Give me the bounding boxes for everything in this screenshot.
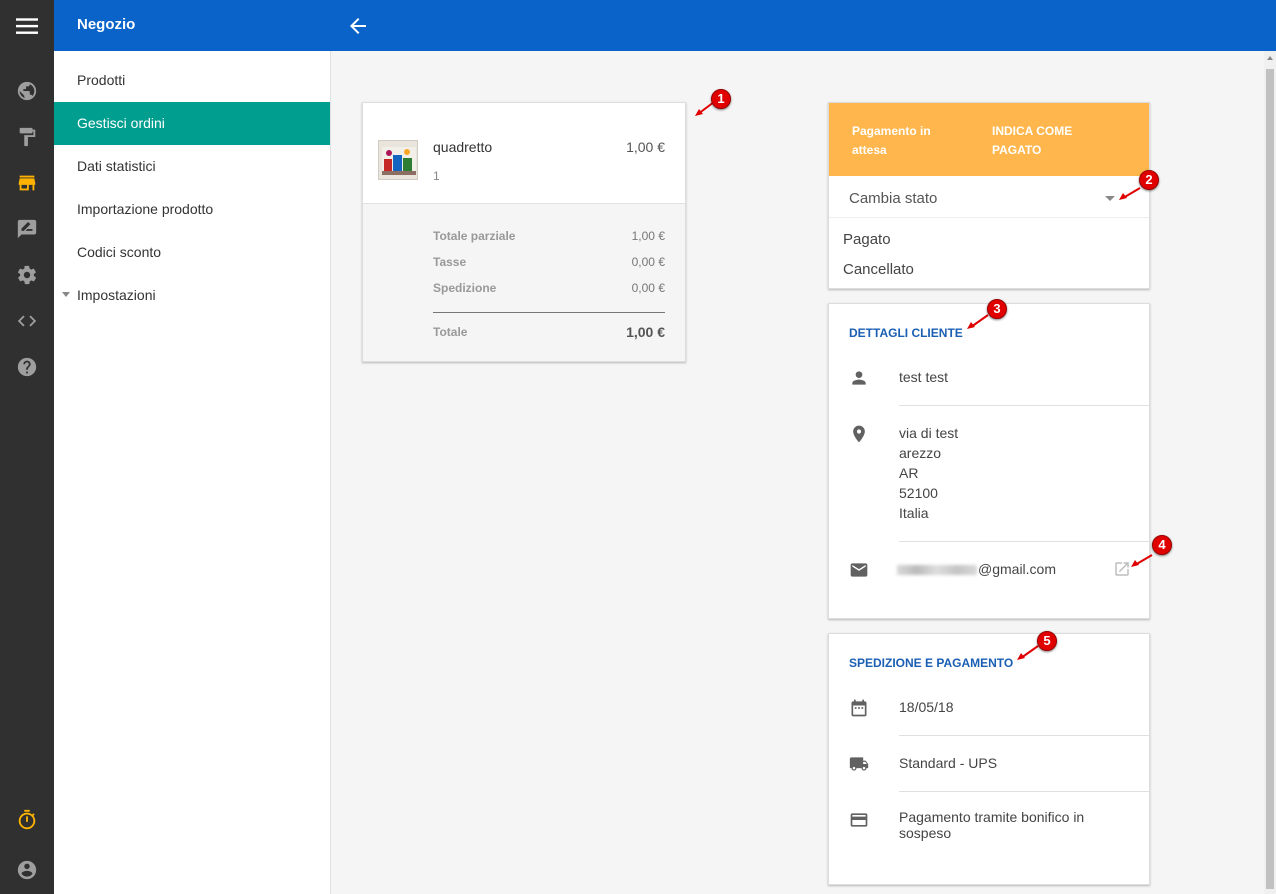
customer-address: via di test arezzo AR 52100 Italia — [899, 423, 958, 523]
sidebar-item-dati-statistici[interactable]: Dati statistici — [54, 145, 330, 188]
item-price: 1,00 € — [626, 139, 665, 155]
icon-rail — [0, 0, 54, 894]
payment-status-card: Pagamento in attesa INDICA COME PAGATO C… — [828, 102, 1150, 289]
product-thumbnail — [378, 140, 418, 180]
order-item-row: quadretto 1 1,00 € — [363, 103, 685, 203]
annotation-arrow — [1017, 645, 1039, 660]
payment-pending-label: Pagamento in attesa — [852, 124, 931, 157]
shipping-method: Standard - UPS — [899, 755, 998, 771]
calendar-icon — [849, 698, 869, 718]
caret-down-icon — [62, 292, 70, 297]
tax-label: Tasse — [433, 255, 467, 269]
totals-divider — [433, 312, 665, 313]
shipping-label: Spedizione — [433, 281, 497, 295]
paint-roller-icon[interactable] — [15, 125, 39, 149]
annotation-marker-2: 2 — [1139, 170, 1159, 190]
customer-section-title: DETTAGLI CLIENTE — [849, 326, 963, 340]
customer-email: @gmail.com — [897, 559, 1056, 579]
dropdown-arrow-icon — [1105, 196, 1115, 201]
divider — [899, 791, 1149, 792]
location-pin-icon — [849, 424, 869, 444]
order-totals: Totale parziale 1,00 € Tasse 0,00 € Sped… — [363, 203, 685, 361]
item-quantity: 1 — [433, 169, 440, 183]
scrollbar-thumb[interactable] — [1266, 69, 1274, 889]
subtotal-value: 1,00 € — [631, 229, 665, 243]
address-line: Italia — [899, 505, 929, 521]
shipping-date: 18/05/18 — [899, 699, 954, 715]
change-state-select[interactable]: Cambia stato — [829, 176, 1149, 218]
tax-value: 0,00 € — [631, 255, 665, 269]
gear-icon[interactable] — [15, 263, 39, 287]
redacted-email-user — [897, 565, 977, 576]
credit-card-icon — [849, 810, 869, 830]
change-state-label: Cambia stato — [849, 190, 938, 207]
annotation-arrow — [967, 314, 989, 329]
store-icon[interactable] — [15, 171, 39, 195]
back-arrow-icon[interactable] — [346, 14, 370, 38]
item-name: quadretto — [433, 139, 493, 155]
sidebar-item-impostazioni[interactable]: Impostazioni — [54, 274, 330, 317]
scrollbar[interactable] — [1264, 51, 1276, 894]
total-row: Totale 1,00 € — [433, 324, 665, 340]
sidebar-item-gestisci-ordini[interactable]: Gestisci ordini — [54, 102, 330, 145]
annotation-marker-3: 3 — [987, 299, 1007, 319]
sidebar-item-codici-sconto[interactable]: Codici sconto — [54, 231, 330, 274]
address-line: via di test — [899, 425, 959, 441]
address-line: AR — [899, 465, 919, 481]
customer-name: test test — [899, 369, 949, 385]
divider — [899, 405, 1149, 406]
address-line: arezzo — [899, 445, 942, 461]
shipping-value: 0,00 € — [631, 281, 665, 295]
annotation-marker-1: 1 — [711, 89, 731, 109]
divider — [899, 541, 1149, 542]
subtotal-row: Totale parziale 1,00 € — [433, 229, 665, 243]
sidebar-item-importazione-prodotto[interactable]: Importazione prodotto — [54, 188, 330, 231]
timer-icon[interactable] — [15, 808, 39, 832]
mark-as-paid-button[interactable]: INDICA COME PAGATO — [992, 122, 1112, 160]
subtotal-label: Totale parziale — [433, 229, 516, 243]
shipping-payment-card: SPEDIZIONE E PAGAMENTO 18/05/18 Standard… — [828, 633, 1150, 885]
shipping-row: Spedizione 0,00 € — [433, 281, 665, 295]
person-icon — [849, 368, 869, 388]
divider — [899, 735, 1149, 736]
order-summary-card: quadretto 1 1,00 € Totale parziale 1,00 … — [362, 102, 686, 362]
globe-icon[interactable] — [15, 79, 39, 103]
shipping-section-title: SPEDIZIONE E PAGAMENTO — [849, 656, 1014, 670]
sidebar-item-label: Impostazioni — [77, 287, 156, 303]
truck-icon — [849, 754, 869, 774]
code-icon[interactable] — [15, 309, 39, 333]
status-banner: Pagamento in attesa INDICA COME PAGATO — [829, 103, 1149, 176]
tax-row: Tasse 0,00 € — [433, 255, 665, 269]
payment-method: Pagamento tramite bonifico in sospeso — [899, 809, 1085, 841]
open-external-icon[interactable] — [1113, 560, 1131, 578]
annotation-marker-4: 4 — [1152, 535, 1172, 555]
mail-icon — [849, 560, 869, 580]
sidebar: Prodotti Gestisci ordini Dati statistici… — [54, 51, 331, 894]
menu-icon[interactable] — [0, 0, 54, 51]
address-line: 52100 — [899, 485, 938, 501]
annotation-marker-5: 5 — [1037, 631, 1057, 651]
customer-details-card: DETTAGLI CLIENTE test test via di test a… — [828, 303, 1150, 619]
account-icon[interactable] — [15, 858, 39, 882]
edit-box-icon[interactable] — [15, 217, 39, 241]
annotation-arrow — [1119, 187, 1141, 200]
scroll-up-arrow[interactable] — [1267, 56, 1273, 60]
total-label: Totale — [433, 325, 468, 339]
total-value: 1,00 € — [626, 324, 665, 340]
sidebar-item-prodotti[interactable]: Prodotti — [54, 59, 330, 102]
top-bar: Negozio — [54, 0, 1276, 51]
email-domain: @gmail.com — [978, 561, 1057, 577]
app-title: Negozio — [77, 16, 136, 33]
option-cancellato[interactable]: Cancellato — [843, 261, 914, 278]
annotation-arrow — [1131, 554, 1153, 567]
option-pagato[interactable]: Pagato — [843, 231, 891, 248]
help-icon[interactable] — [15, 355, 39, 379]
